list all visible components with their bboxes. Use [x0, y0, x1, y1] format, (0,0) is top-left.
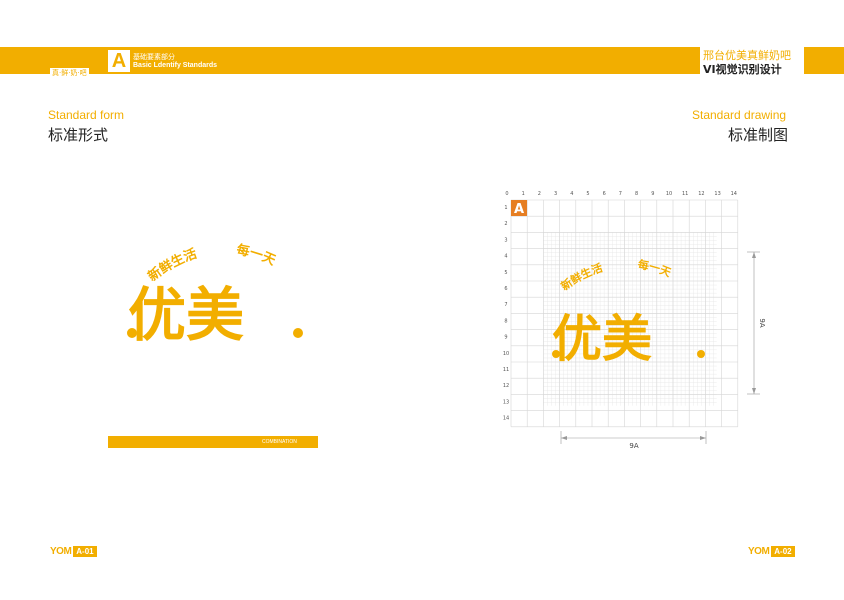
section-letter-badge: A	[108, 50, 130, 72]
row-label: 7	[504, 302, 507, 308]
dimension-arrow-right	[700, 436, 706, 440]
column-label: 14	[731, 191, 737, 197]
row-label: 13	[503, 399, 509, 405]
dimension-label-vertical: 9A	[758, 318, 766, 327]
standard-form-logo: 新鲜生活 每一天 优美	[127, 242, 303, 349]
column-label: 13	[714, 191, 720, 197]
combination-strip-text: COMBINATION	[262, 439, 297, 445]
row-label: 8	[504, 318, 507, 324]
row-label: 10	[503, 351, 509, 357]
row-label: 3	[504, 237, 507, 243]
column-label: 9	[651, 191, 654, 197]
standard-drawing-title-cn: 标准制图	[728, 126, 789, 144]
row-label: 4	[504, 254, 507, 260]
standard-form-title-cn: 标准形式	[48, 126, 109, 144]
column-labels: 0 1 2 3 4 5 6 7 8 9 10 11 12 13 14	[505, 191, 737, 197]
grid-letter: A	[514, 202, 524, 217]
grid-slogan-every-day: 每一天	[637, 257, 674, 280]
dimension-arrow-top	[752, 252, 756, 258]
standard-drawing-title-en: Standard drawing	[692, 108, 787, 122]
brand-vi-subtitle: VI视觉识别设计	[703, 63, 782, 76]
dimension-label-horizontal: 9A	[629, 442, 638, 450]
row-label: 14	[503, 416, 509, 422]
dimension-arrow-left	[561, 436, 567, 440]
row-label: 12	[503, 383, 509, 389]
column-label: 8	[635, 191, 638, 197]
column-label: 10	[666, 191, 672, 197]
dimension-arrow-bottom	[752, 388, 756, 394]
standard-drawing-grid: 0 1 2 3 4 5 6 7 8 9 10 11 12 13 14 1234567891011121314…	[503, 191, 766, 450]
grid-logo-dot-left	[552, 350, 560, 358]
column-label: 12	[698, 191, 704, 197]
slogan-fresh-life: 新鲜生活	[145, 246, 199, 285]
row-label: 1	[504, 205, 507, 211]
footer-right: YOM A-02	[748, 541, 795, 560]
logo-dot-right	[293, 328, 303, 338]
column-label: 2	[538, 191, 541, 197]
column-label: 11	[682, 191, 688, 197]
column-label: 1	[522, 191, 525, 197]
column-label: 4	[570, 191, 573, 197]
standard-form-title-en: Standard form	[48, 108, 125, 122]
brand-logo-subtitle: 真·鲜·奶·吧	[50, 68, 89, 78]
footer-right-page-code: A-02	[771, 546, 795, 557]
grid-logo-wordmark: 优美	[552, 310, 652, 368]
footer-left-logo: YOM	[50, 546, 72, 557]
section-title-en: Basic Ldentify Standards	[133, 62, 218, 69]
footer-left: YOM A-01	[50, 541, 97, 560]
row-labels: 1234567891011121314	[503, 205, 509, 422]
column-label: 0	[505, 191, 508, 197]
footer-right-logo: YOM	[748, 546, 770, 557]
slogan-every-day: 每一天	[235, 242, 278, 269]
logo-dot-left	[127, 328, 137, 338]
column-label: 5	[586, 191, 589, 197]
grid-logo-dot-right	[697, 350, 705, 358]
column-label: 6	[603, 191, 606, 197]
section-title-cn: 基础要素部分	[133, 53, 175, 61]
column-label: 3	[554, 191, 557, 197]
logo-wordmark: 优美	[128, 281, 244, 349]
column-label: 7	[619, 191, 622, 197]
row-label: 11	[503, 367, 509, 373]
row-label: 6	[504, 286, 507, 292]
row-label: 2	[504, 221, 507, 227]
row-label: 5	[504, 270, 507, 276]
footer-left-page-code: A-01	[73, 546, 97, 557]
row-label: 9	[504, 335, 507, 341]
